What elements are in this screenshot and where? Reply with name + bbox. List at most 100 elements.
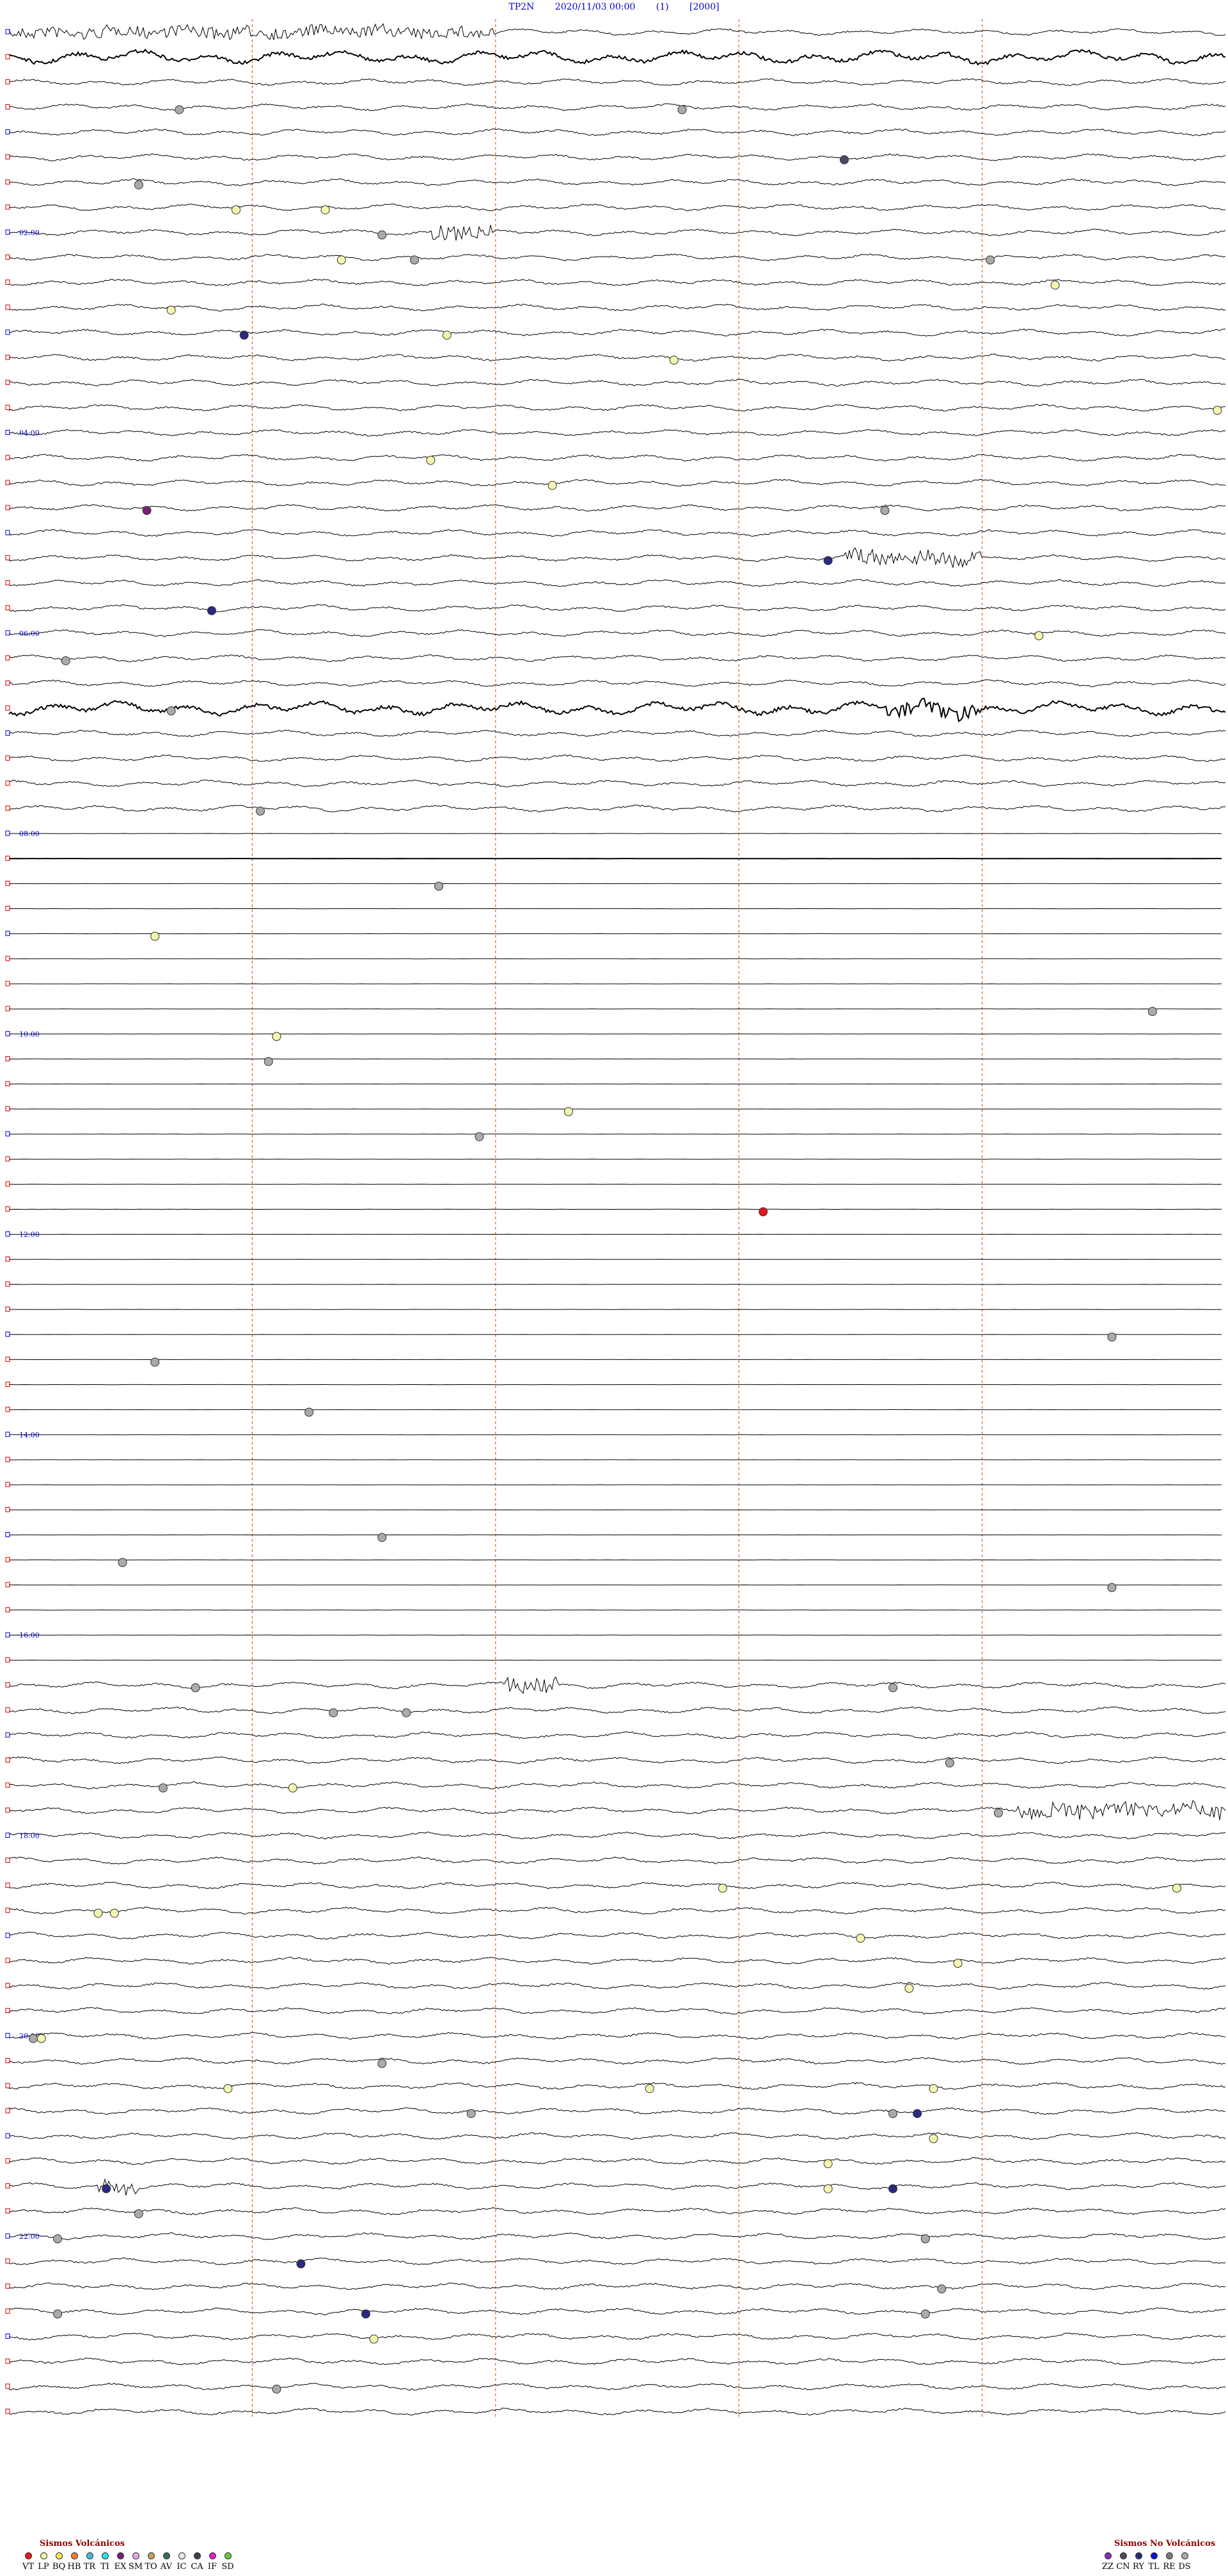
trace-row xyxy=(8,128,1226,136)
trace-row xyxy=(8,78,1226,86)
row-tick xyxy=(5,104,10,109)
row-tick xyxy=(5,280,10,285)
trace-row xyxy=(8,253,1226,262)
row-tick xyxy=(5,580,10,585)
row-tick xyxy=(5,2334,10,2339)
event-marker-lp xyxy=(823,2184,833,2193)
trace-row xyxy=(8,1881,1226,1890)
minute-grid xyxy=(251,19,983,2417)
event-marker-lp xyxy=(36,2034,46,2043)
trace-row xyxy=(8,604,1226,612)
event-marker-ry xyxy=(361,2309,370,2319)
event-marker-ds xyxy=(434,881,444,891)
trace-row xyxy=(8,697,1226,723)
event-marker-lp xyxy=(288,1783,297,1793)
trace-row xyxy=(8,203,1225,212)
row-tick xyxy=(5,430,10,436)
event-marker-ds xyxy=(304,1407,314,1417)
non-volcanic-legend-item-zz: ZZ xyxy=(1100,2552,1115,2572)
row-tick xyxy=(5,605,10,611)
trace-row xyxy=(8,1931,1226,1940)
trace-row xyxy=(8,2032,1226,2040)
event-marker-lp xyxy=(109,1908,119,1918)
volcanic-legend-item-lp: LP xyxy=(36,2552,51,2572)
event-marker-ds xyxy=(888,1683,898,1693)
legend-dot-icon xyxy=(40,2552,47,2559)
legend-dot-icon xyxy=(55,2552,63,2559)
legend-label: HB xyxy=(67,2562,81,2572)
trace-row xyxy=(8,2082,1226,2090)
non-volcanic-legend: ZZ CN RY TL RE DS xyxy=(1100,2552,1192,2572)
volcanic-legend-item-sm: SM xyxy=(128,2552,143,2572)
legend-label: RY xyxy=(1133,2562,1144,2572)
row-tick xyxy=(5,1356,10,1362)
row-tick xyxy=(5,1682,10,1687)
seismic-traces xyxy=(5,23,1226,2416)
event-marker-ds xyxy=(256,806,265,816)
legend-label: TR xyxy=(83,2562,96,2572)
event-marker-ds xyxy=(150,1357,160,1367)
event-marker-ds xyxy=(475,1132,484,1141)
volcanic-legend-item-ca: CA xyxy=(189,2552,205,2572)
trace-row xyxy=(8,2232,1226,2240)
trace-row xyxy=(8,429,1226,437)
trace-row xyxy=(8,2332,1226,2341)
row-tick xyxy=(5,1055,10,1061)
event-marker-ds xyxy=(888,2109,898,2119)
event-markers xyxy=(29,105,1222,2394)
trace-row xyxy=(8,1982,1226,1990)
legend-label: TL xyxy=(1148,2562,1160,2572)
row-tick xyxy=(5,404,10,410)
trace-row xyxy=(8,303,1226,312)
row-tick xyxy=(5,1883,10,1888)
trace-row xyxy=(8,2257,1226,2266)
non-volcanic-legend-item-ds: DS xyxy=(1177,2552,1192,2572)
event-marker-lp xyxy=(223,2083,233,2093)
trace-row xyxy=(8,178,1226,186)
trace-row xyxy=(8,1831,1226,1840)
event-marker-ry xyxy=(102,2184,111,2193)
legend-label: AV xyxy=(160,2562,173,2572)
row-tick xyxy=(5,1131,10,1137)
row-tick xyxy=(5,1982,10,1988)
event-marker-ds xyxy=(377,230,387,240)
row-tick xyxy=(5,880,10,886)
event-marker-ds xyxy=(29,2034,38,2043)
hour-label: 06:00 xyxy=(19,629,40,638)
legend-dot-icon xyxy=(224,2552,232,2559)
row-tick xyxy=(5,1531,10,1537)
helicorder-plot: 02:00 04:00 06:00 08:00 10:00 12:00 14:00 16:00… xyxy=(5,19,1226,2417)
event-marker-ex xyxy=(142,506,152,515)
event-marker-lp xyxy=(929,2134,938,2144)
trace-row xyxy=(8,379,1226,387)
legend-label: IF xyxy=(207,2562,217,2572)
row-tick xyxy=(5,1557,10,1563)
legend-label: VT xyxy=(22,2562,35,2572)
event-marker-ds xyxy=(134,180,143,189)
event-marker-lp xyxy=(150,931,160,941)
trace-row xyxy=(8,2132,1226,2140)
row-tick xyxy=(5,1632,10,1638)
row-tick xyxy=(5,2133,10,2138)
event-marker-lp xyxy=(547,480,557,490)
legend-dot-icon xyxy=(193,2552,201,2559)
legend-dot-icon xyxy=(209,2552,216,2559)
legend-label: TI xyxy=(100,2562,109,2572)
row-tick xyxy=(5,2383,10,2389)
non-volcanic-legend-title: Sismos No Volcánicos xyxy=(1114,2539,1216,2548)
row-tick xyxy=(5,2033,10,2039)
hour-label: 08:00 xyxy=(19,830,40,838)
non-volcanic-legend-item-tl: TL xyxy=(1146,2552,1161,2572)
event-marker-ry xyxy=(239,330,249,340)
legend-dot-icon xyxy=(1135,2552,1142,2559)
trace-row xyxy=(8,2382,1226,2391)
trace-row xyxy=(8,503,1226,512)
trace-row xyxy=(8,49,1226,66)
row-tick xyxy=(5,2233,10,2239)
trace-row xyxy=(8,225,1226,241)
row-tick xyxy=(5,455,10,461)
event-marker-ds xyxy=(377,2058,387,2068)
trace-row xyxy=(8,1906,1226,1915)
event-marker-ds xyxy=(264,1057,273,1066)
row-tick xyxy=(5,2208,10,2214)
